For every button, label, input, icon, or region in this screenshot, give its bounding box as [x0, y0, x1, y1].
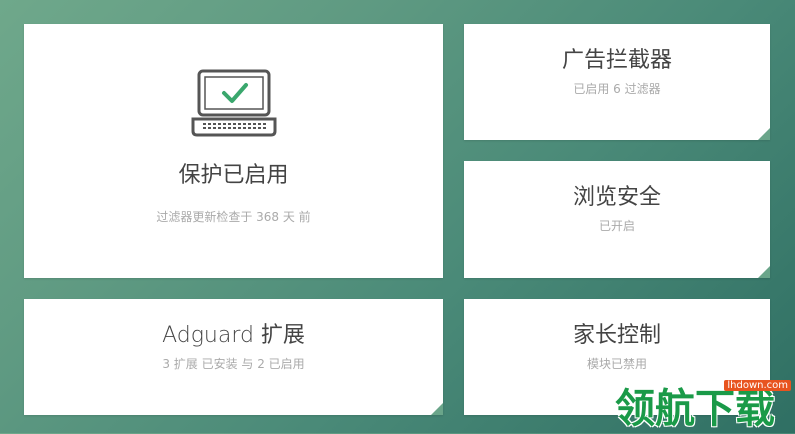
ad-blocker-card[interactable]: 广告拦截器 已启用 6 过滤器 [464, 24, 770, 140]
extensions-subtitle: 3 扩展 已安装 与 2 已启用 [162, 357, 305, 371]
corner-triangle-icon [431, 403, 443, 415]
browsing-security-card[interactable]: 浏览安全 已开启 [464, 161, 770, 278]
site-watermark: 领航下载 lhdown.com [610, 374, 795, 433]
laptop-check-icon [191, 69, 277, 137]
browsing-security-title: 浏览安全 [572, 185, 661, 210]
extensions-card[interactable]: Adguard 扩展 3 扩展 已安装 与 2 已启用 [24, 299, 443, 415]
corner-triangle-icon [758, 128, 770, 140]
corner-triangle-icon [758, 266, 770, 278]
ad-blocker-title: 广告拦截器 [561, 48, 672, 73]
ad-blocker-subtitle: 已启用 6 过滤器 [573, 82, 661, 96]
protection-title: 保护已启用 [178, 163, 289, 188]
browsing-security-subtitle: 已开启 [598, 219, 635, 233]
protection-status-card[interactable]: 保护已启用 过滤器更新检查于 368 天 前 [24, 24, 443, 278]
extensions-title: Adguard 扩展 [162, 323, 305, 348]
watermark-url: lhdown.com [724, 380, 791, 391]
protection-subtitle: 过滤器更新检查于 368 天 前 [156, 210, 311, 224]
parental-control-subtitle: 模块已禁用 [586, 357, 647, 371]
parental-control-title: 家长控制 [572, 323, 661, 348]
